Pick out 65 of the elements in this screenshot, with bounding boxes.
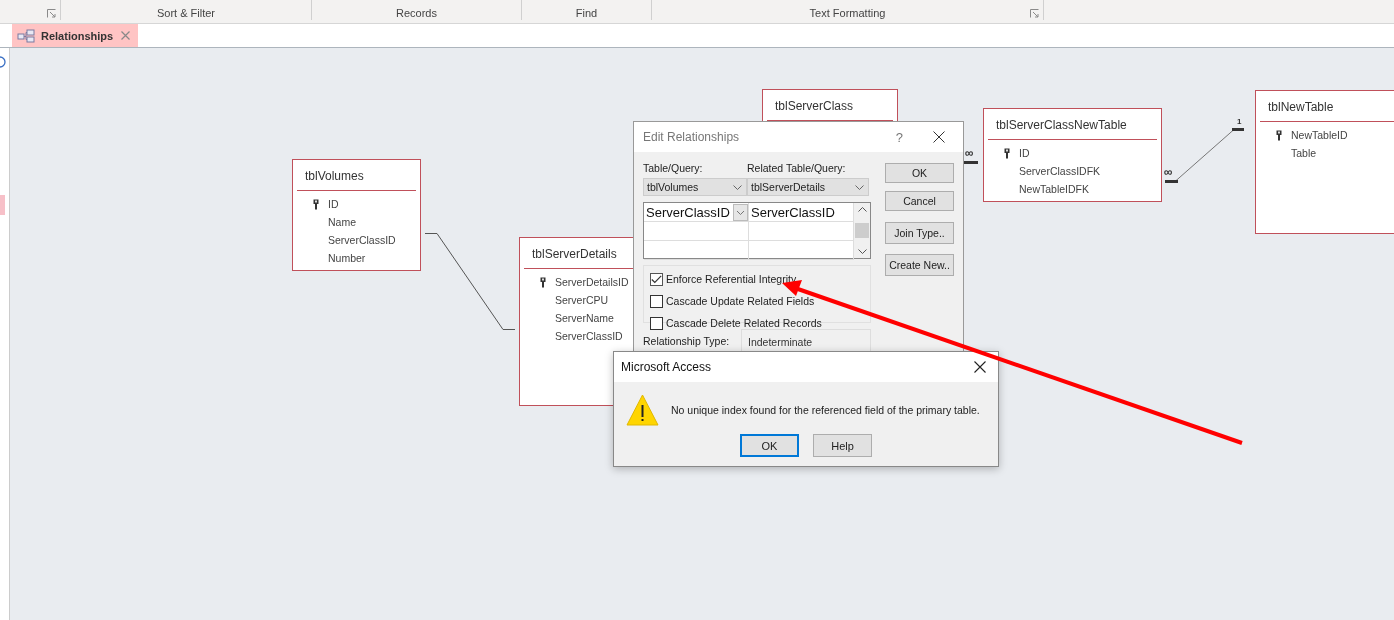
navigation-marker (0, 195, 5, 215)
ribbon-group-label: Find (575, 7, 598, 20)
dialog-title: Edit Relationships (643, 130, 740, 144)
field-name[interactable]: ServerName (555, 312, 614, 324)
scroll-up-icon[interactable] (857, 207, 867, 212)
field-name[interactable]: ServerClassID (555, 330, 623, 342)
help-button[interactable]: ? (895, 129, 903, 145)
field-name[interactable]: ServerCPU (555, 294, 609, 306)
ribbon-group-label: Records (396, 7, 437, 20)
table-title: tblServerClass (774, 98, 855, 114)
dialog-launcher-icon[interactable] (1030, 9, 1039, 18)
field-name[interactable]: ServerClassIDFK (1019, 165, 1101, 177)
many-end-label: ∞ (1164, 166, 1173, 178)
field-name[interactable]: NewTableID (1291, 129, 1348, 141)
close-icon[interactable] (974, 361, 986, 373)
field-name[interactable]: ID (328, 198, 339, 210)
table-dropdown[interactable]: tblVolumes (643, 178, 747, 196)
scroll-down-icon[interactable] (857, 249, 867, 254)
document-tab[interactable]: Relationships (12, 24, 138, 47)
grid-cell[interactable]: ServerClassID (646, 204, 730, 220)
relationships-icon (17, 28, 35, 43)
dialog-button[interactable]: OK (885, 163, 954, 183)
dialog-button[interactable]: Help (813, 434, 872, 457)
checkbox[interactable] (650, 272, 663, 286)
field-name[interactable]: ServerClassID (328, 234, 396, 246)
warning-icon (626, 394, 659, 426)
field-name[interactable]: ID (1019, 147, 1030, 159)
table-title: tblVolumes (304, 168, 365, 184)
dropdown-icon[interactable] (733, 203, 748, 221)
dialog-button[interactable]: OK (740, 434, 799, 457)
chevron-down-icon (733, 184, 742, 190)
table-box[interactable]: tblServerClassNewTable ID ServerClassIDFK NewTableIDFK (983, 108, 1162, 202)
table-box[interactable]: tblVolumes ID Name ServerClassID Number (292, 159, 421, 271)
ribbon-group-label: Sort & Filter (156, 7, 216, 20)
table-query-label: Table/Query: (643, 162, 704, 174)
chevron-down-icon (855, 184, 864, 190)
relationship-line[interactable] (1164, 128, 1244, 183)
related-table-label: Related Table/Query: (747, 162, 847, 174)
message-text: No unique index found for the referenced field of the primary table. (671, 404, 980, 416)
grid-cell[interactable]: ServerClassID (751, 204, 835, 220)
field-name[interactable]: ServerDetailsID (555, 276, 629, 288)
checkbox-label[interactable]: Cascade Delete Related Records (666, 317, 822, 329)
table-title: tblNewTable (1267, 99, 1335, 115)
checkbox[interactable] (650, 316, 663, 330)
relationship-end-icon (964, 161, 978, 164)
close-icon[interactable] (933, 131, 945, 143)
dialog-button[interactable]: Join Type.. (885, 222, 954, 244)
checkbox-label[interactable]: Enforce Referential Integrity (666, 273, 797, 285)
table-box[interactable]: tblNewTable NewTableID Table (1255, 90, 1394, 234)
dialog-button[interactable]: Create New.. (885, 254, 954, 276)
field-name[interactable]: Table (1291, 147, 1317, 159)
scrollbar[interactable] (854, 203, 870, 258)
field-name[interactable]: NewTableIDFK (1019, 183, 1090, 195)
dialog-launcher-icon[interactable] (47, 9, 56, 18)
ribbon-group-label: Text Formatting (809, 7, 886, 20)
table-title: tblServerClassNewTable (995, 117, 1128, 133)
table-title: tblServerDetails (531, 246, 618, 262)
dialog-button[interactable]: Cancel (885, 191, 954, 211)
related-table-dropdown[interactable]: tblServerDetails (747, 178, 869, 196)
checkbox-label[interactable]: Cascade Update Related Fields (666, 295, 815, 307)
field-name[interactable]: Name (328, 216, 356, 228)
many-end-label: ∞ (965, 147, 974, 159)
one-end-label: 1 (1237, 116, 1242, 128)
field-name[interactable]: Number (328, 252, 366, 264)
checkbox[interactable] (650, 294, 663, 308)
